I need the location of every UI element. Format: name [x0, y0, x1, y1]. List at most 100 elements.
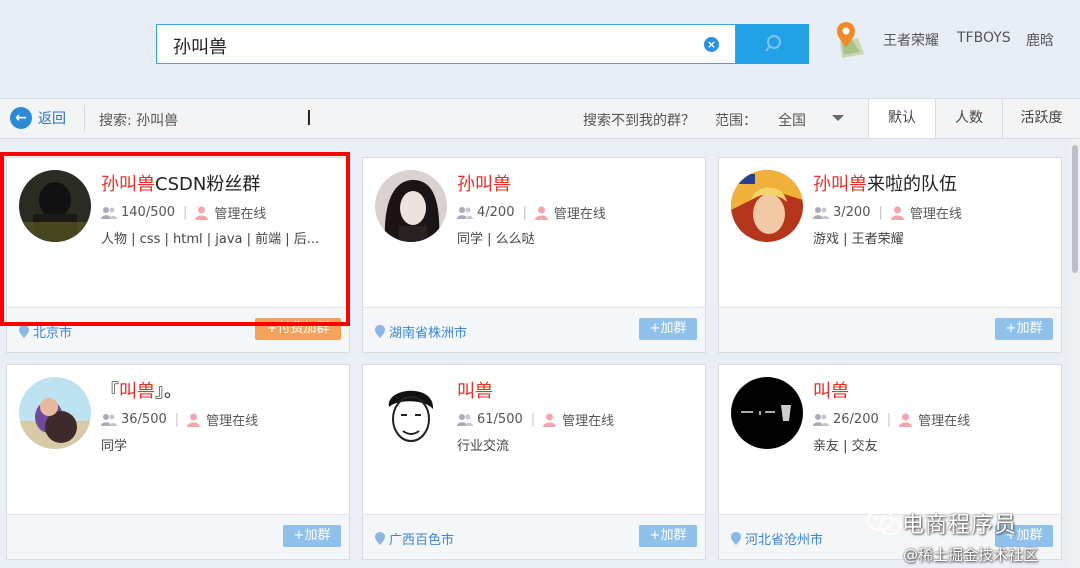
search-query-text: 孙叫兽 [173, 37, 227, 58]
group-title[interactable]: 叫兽 [457, 377, 493, 403]
admin-icon [534, 206, 548, 220]
group-card[interactable]: 孙叫兽CSDN粉丝群 140/500 | 管理在线 人物 | css | htm… [6, 157, 350, 353]
title-highlight: 孙叫兽 [101, 174, 155, 195]
divider [84, 105, 85, 132]
city-name: 北京市 [33, 326, 73, 341]
text-cursor-icon: I [306, 106, 312, 130]
group-meta: 61/500 | 管理在线 [457, 410, 614, 429]
group-card[interactable]: 孙叫兽来啦的队伍 3/200 | 管理在线 游戏 | 王者荣耀 +加群 [718, 157, 1062, 353]
back-label: 返回 [38, 111, 66, 127]
admin-status: 管理在线 [562, 414, 615, 429]
card-footer: 广西百色市 +加群 [363, 514, 705, 559]
watermark-title: 电商程序员 [902, 513, 1018, 538]
hot-keyword-link[interactable]: 王者荣耀 [883, 30, 939, 50]
join-button[interactable]: +加群 [639, 318, 697, 340]
group-tags: 亲友 | 交友 [813, 439, 878, 454]
title-highlight: 叫兽 [119, 381, 155, 402]
member-count: 26/200 [833, 412, 879, 427]
admin-status: 管理在线 [553, 207, 606, 222]
people-icon [457, 206, 473, 219]
group-meta: 26/200 | 管理在线 [813, 410, 970, 429]
avatar [19, 377, 91, 449]
group-title[interactable]: 孙叫兽 [457, 170, 511, 196]
hot-keyword-link[interactable]: 鹿晗 [1026, 30, 1054, 50]
search-icon [764, 35, 781, 52]
city-name: 广西百色市 [389, 533, 455, 548]
arrow-left-icon: ← [10, 107, 32, 129]
avatar [375, 377, 447, 449]
title-rest: CSDN粉丝群 [155, 174, 261, 195]
people-icon [101, 206, 117, 219]
group-tags: 同学 | 么么哒 [457, 232, 535, 247]
location-pin-icon [375, 325, 385, 338]
card-footer: 北京市 +付费加群 [7, 307, 349, 352]
location: 广西百色市 [375, 529, 454, 548]
city-name: 河北省沧州市 [745, 533, 824, 548]
group-card[interactable]: 『叫兽』。 36/500 | 管理在线 同学 +加群 [6, 364, 350, 560]
location-pin-icon [375, 532, 385, 545]
range-select[interactable]: 全国 [778, 110, 806, 130]
admin-status: 管理在线 [214, 207, 267, 222]
chevron-down-icon[interactable] [832, 115, 844, 121]
group-card[interactable]: 孙叫兽 4/200 | 管理在线 同学 | 么么哒 湖南省株洲市 +加群 [362, 157, 706, 353]
title-highlight: 孙叫兽 [813, 174, 867, 195]
range-label: 范围： [715, 113, 757, 129]
location: 河北省沧州市 [731, 529, 823, 548]
group-card[interactable]: 叫兽 61/500 | 管理在线 行业交流 广西百色市 +加群 [362, 364, 706, 560]
admin-status: 管理在线 [909, 207, 962, 222]
title-highlight: 叫兽 [457, 381, 493, 402]
join-button[interactable]: +加群 [283, 525, 341, 547]
group-title[interactable]: 『叫兽』。 [101, 377, 182, 403]
card-footer: 湖南省株洲市 +加群 [363, 307, 705, 352]
admin-icon [543, 413, 557, 427]
back-button[interactable]: ← 返回 [10, 107, 66, 129]
watermark: 电商程序员 [866, 507, 1017, 539]
member-count: 3/200 [833, 205, 871, 220]
join-button[interactable]: +加群 [995, 318, 1053, 340]
search-button[interactable] [736, 24, 809, 64]
title-prefix: 『 [101, 381, 119, 402]
group-title[interactable]: 叫兽 [813, 377, 849, 403]
city-name: 湖南省株洲市 [389, 326, 468, 341]
tab-activity[interactable]: 活跃度 [1002, 99, 1080, 138]
group-tags: 同学 [101, 439, 128, 454]
not-found-link[interactable]: 搜索不到我的群？ [583, 110, 695, 130]
group-tags: 游戏 | 王者荣耀 [813, 232, 904, 247]
avatar [375, 170, 447, 242]
tab-members[interactable]: 人数 [935, 99, 1002, 138]
scrollbar-thumb[interactable] [1072, 145, 1078, 273]
group-meta: 36/500 | 管理在线 [101, 410, 258, 429]
avatar [731, 377, 803, 449]
join-button[interactable]: +加群 [639, 525, 697, 547]
member-count: 61/500 [477, 412, 523, 427]
wechat-icon [867, 509, 901, 535]
member-count: 140/500 [121, 205, 176, 220]
title-rest: 来啦的队伍 [867, 174, 957, 195]
card-footer: +加群 [7, 514, 349, 559]
tab-default[interactable]: 默认 [868, 99, 935, 138]
people-icon [813, 413, 829, 426]
admin-icon [890, 206, 904, 220]
location: 北京市 [19, 322, 72, 341]
filter-bar: ← 返回 搜索: 孙叫兽 I 搜索不到我的群？ 范围： 全国 默认 人数 活跃度 [0, 98, 1080, 139]
avatar [19, 170, 91, 242]
map-location-icon[interactable] [832, 20, 866, 60]
people-icon [813, 206, 829, 219]
watermark-subtitle: @稀土掘金技术社区 [903, 546, 1039, 564]
group-tags: 人物 | css | html | java | 前端 | 后... [101, 232, 320, 247]
paid-join-button[interactable]: +付费加群 [255, 318, 341, 340]
location: 湖南省株洲市 [375, 322, 467, 341]
group-title[interactable]: 孙叫兽来啦的队伍 [813, 170, 957, 196]
title-rest: 』。 [155, 381, 182, 402]
group-meta: 140/500 | 管理在线 [101, 203, 266, 222]
location-pin-icon [19, 325, 29, 338]
group-title[interactable]: 孙叫兽CSDN粉丝群 [101, 170, 260, 196]
admin-icon [187, 413, 201, 427]
group-meta: 4/200 | 管理在线 [457, 203, 606, 222]
hot-keyword-link[interactable]: TFBOYS [957, 30, 1011, 46]
people-icon [457, 413, 473, 426]
clear-icon[interactable]: × [704, 37, 719, 52]
search-input[interactable]: 孙叫兽 × [156, 24, 736, 64]
group-meta: 3/200 | 管理在线 [813, 203, 962, 222]
member-count: 4/200 [477, 205, 515, 220]
